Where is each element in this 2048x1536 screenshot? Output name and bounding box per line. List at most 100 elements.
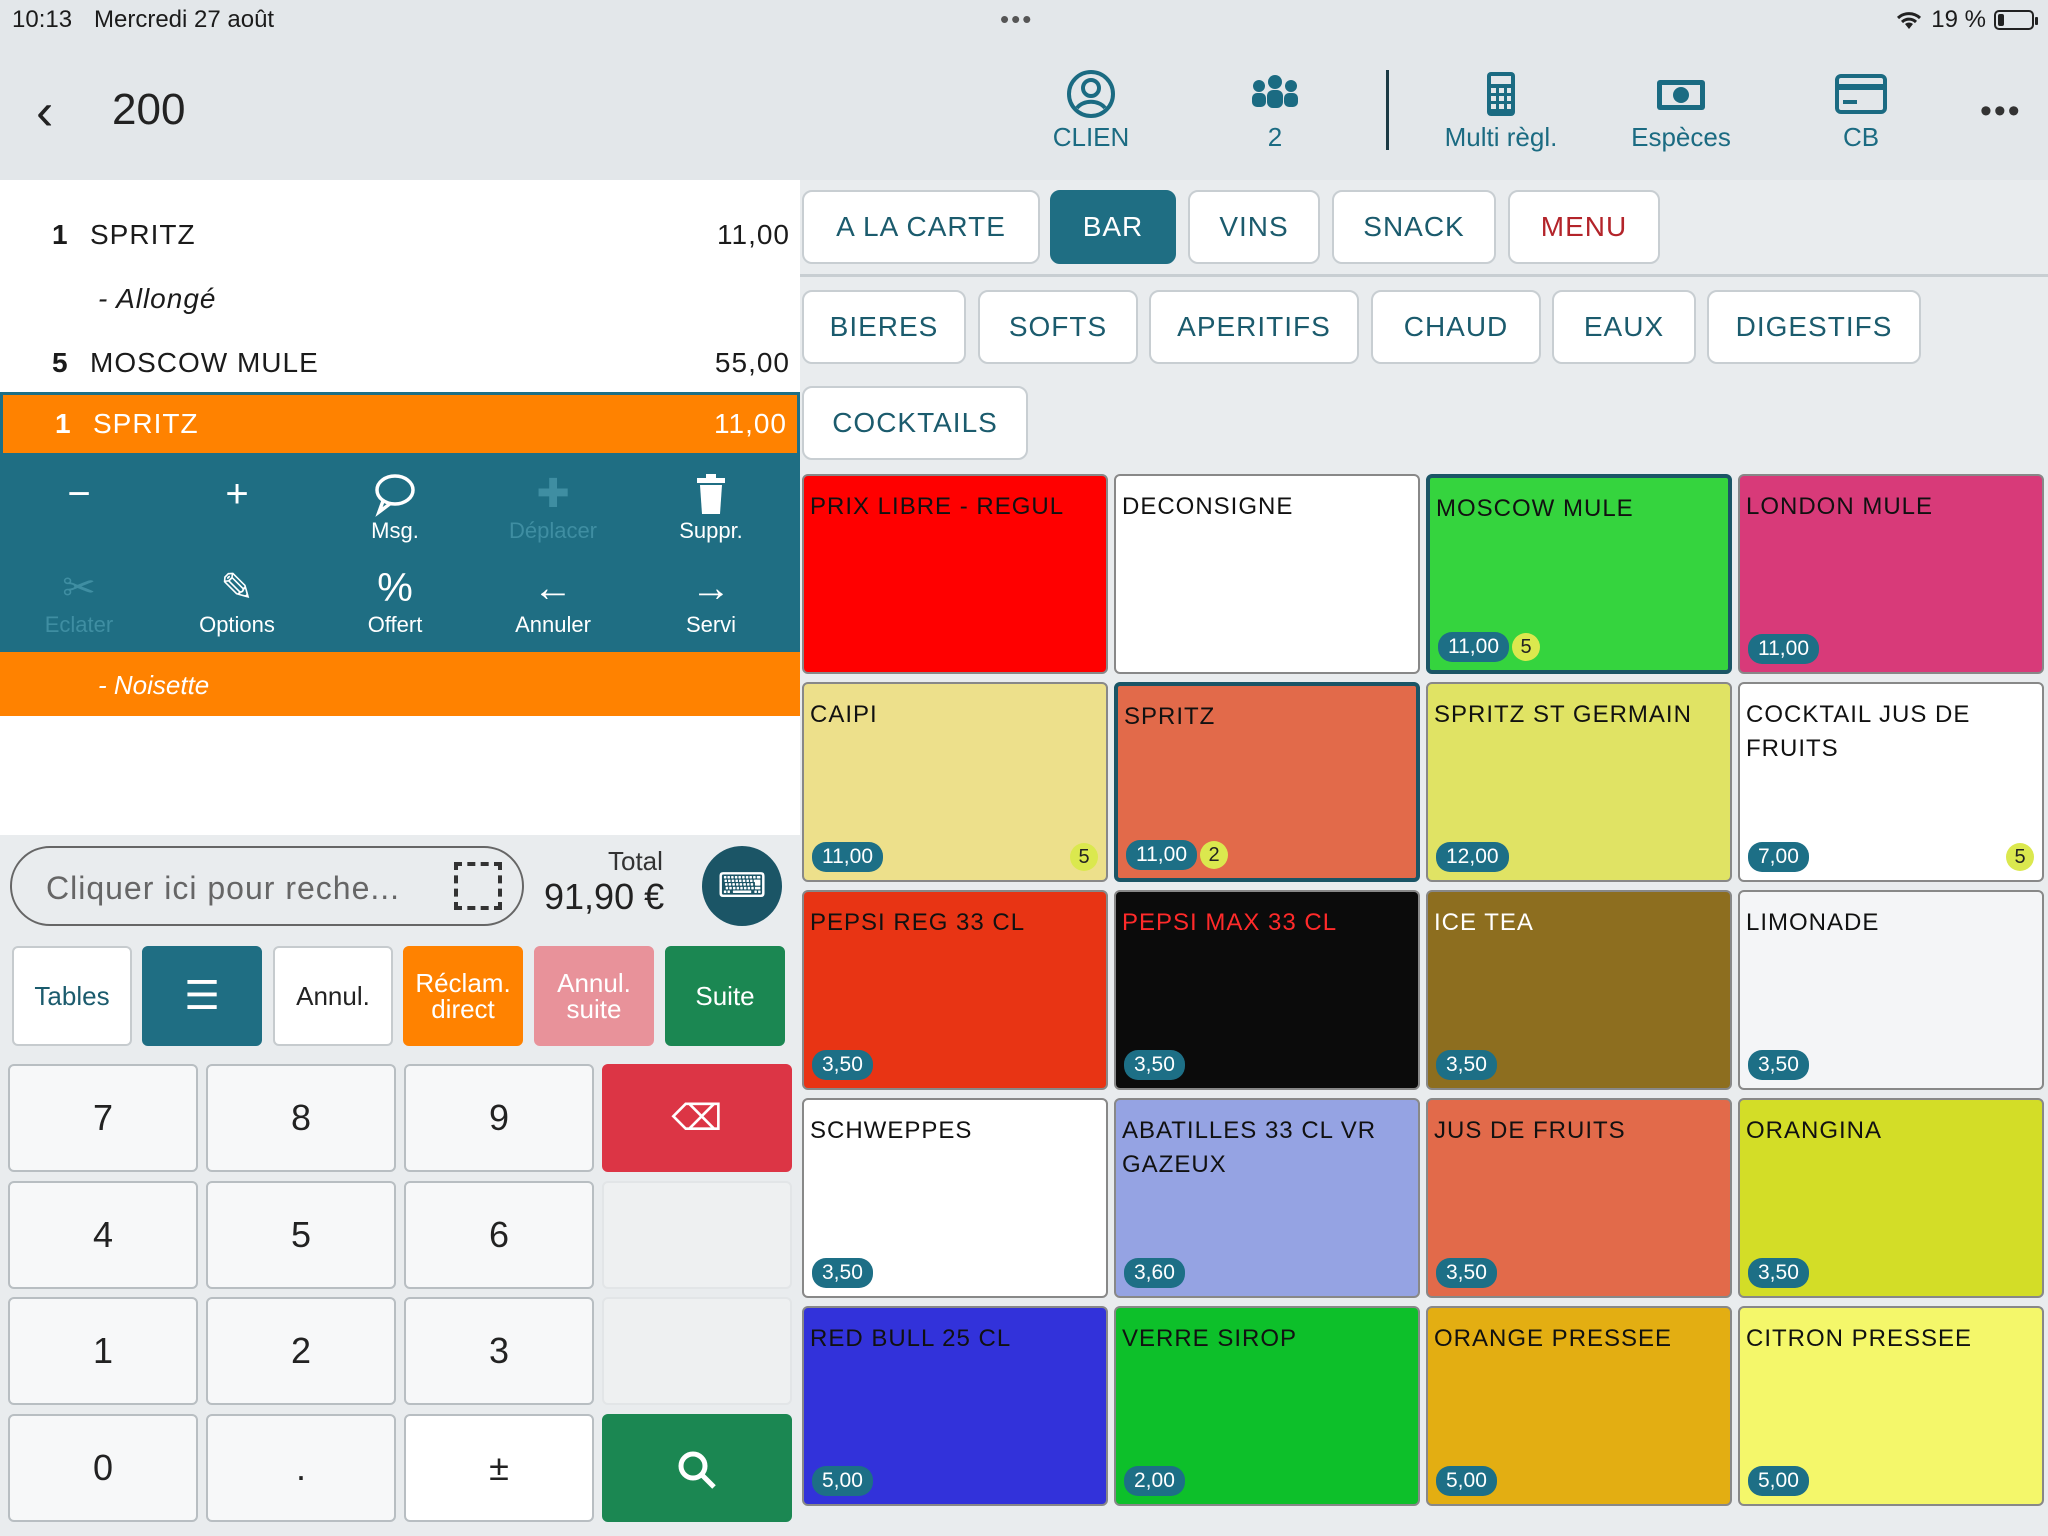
decrease-button[interactable]: − bbox=[14, 470, 144, 518]
product-tile[interactable]: LONDON MULE 11,00 bbox=[1738, 474, 2044, 674]
multi-payment-button[interactable]: Multi règl. bbox=[1426, 66, 1576, 153]
cancel-order-button[interactable]: Annul. bbox=[273, 946, 393, 1046]
product-tile[interactable]: COCKTAIL JUS DE FRUITS 7,00 5 bbox=[1738, 682, 2044, 882]
product-tile[interactable]: ABATILLES 33 CL VR GAZEUX 3,60 bbox=[1114, 1098, 1420, 1298]
multi-payment-label: Multi règl. bbox=[1444, 122, 1558, 152]
increase-button[interactable]: + bbox=[172, 470, 302, 518]
empty-key bbox=[602, 1297, 792, 1405]
line-option-name: - Allongé bbox=[98, 283, 217, 314]
key-3[interactable]: 3 bbox=[404, 1297, 594, 1405]
line-price: 11,00 bbox=[714, 408, 787, 439]
move-button[interactable]: ✚ Déplacer bbox=[488, 470, 618, 544]
subtab-softs[interactable]: SOFTS bbox=[978, 290, 1138, 364]
subtab-chaud[interactable]: CHAUD bbox=[1371, 290, 1541, 364]
direct-claim-button[interactable]: Réclam. direct bbox=[403, 946, 523, 1046]
search-key[interactable] bbox=[602, 1414, 792, 1522]
ticket-line-sub-note[interactable]: - Noisette bbox=[0, 652, 800, 716]
key-7[interactable]: 7 bbox=[8, 1064, 198, 1172]
key-6[interactable]: 6 bbox=[404, 1181, 594, 1289]
product-name: VERRE SIROP bbox=[1122, 1325, 1298, 1352]
product-tile[interactable]: PRIX LIBRE - REGUL bbox=[802, 474, 1108, 674]
product-tile[interactable]: DECONSIGNE bbox=[1114, 474, 1420, 674]
product-price: 7,00 bbox=[1748, 842, 1809, 872]
product-tile[interactable]: LIMONADE 3,50 bbox=[1738, 890, 2044, 1090]
multitask-dots-icon[interactable]: ••• bbox=[1000, 4, 1033, 35]
key-4[interactable]: 4 bbox=[8, 1181, 198, 1289]
percent-icon: % bbox=[377, 566, 413, 610]
product-tile[interactable]: MOSCOW MULE 11,00 5 bbox=[1426, 474, 1732, 674]
product-tile[interactable]: SCHWEPPES 3,50 bbox=[802, 1098, 1108, 1298]
product-tile[interactable]: ORANGE PRESSEE 5,00 bbox=[1426, 1306, 1732, 1506]
tab-vins[interactable]: VINS bbox=[1188, 190, 1320, 264]
key-decimal[interactable]: . bbox=[206, 1414, 396, 1522]
battery-icon bbox=[1994, 10, 2038, 30]
key-5[interactable]: 5 bbox=[206, 1181, 396, 1289]
ticket-line[interactable]: 5 MOSCOW MULE 55,00 bbox=[0, 331, 800, 395]
product-tile[interactable]: CAIPI 11,00 5 bbox=[802, 682, 1108, 882]
subtab-eaux[interactable]: EAUX bbox=[1552, 290, 1696, 364]
product-tile[interactable]: VERRE SIROP 2,00 bbox=[1114, 1306, 1420, 1506]
delete-line-button[interactable]: Suppr. bbox=[646, 470, 776, 544]
receipt-button[interactable]: ☰ bbox=[142, 946, 262, 1046]
product-name: MOSCOW MULE bbox=[1436, 495, 1634, 522]
product-price: 5,00 bbox=[1436, 1466, 1497, 1496]
product-tile[interactable]: RED BULL 25 CL 5,00 bbox=[802, 1306, 1108, 1506]
product-tile[interactable]: PEPSI MAX 33 CL 3,50 bbox=[1114, 890, 1420, 1090]
product-price: 3,50 bbox=[1748, 1050, 1809, 1080]
tab-a-la-carte[interactable]: A LA CARTE bbox=[802, 190, 1040, 264]
product-tile[interactable]: ORANGINA 3,50 bbox=[1738, 1098, 2044, 1298]
subtab-digestifs[interactable]: DIGESTIFS bbox=[1707, 290, 1921, 364]
product-price: 5,00 bbox=[1748, 1466, 1809, 1496]
back-chevron-icon[interactable]: ‹ bbox=[36, 82, 53, 142]
key-2[interactable]: 2 bbox=[206, 1297, 396, 1405]
covers-button[interactable]: 2 bbox=[1200, 66, 1350, 153]
subtab-aperitifs[interactable]: APERITIFS bbox=[1149, 290, 1359, 364]
minus-icon: − bbox=[67, 472, 91, 516]
tab-bar[interactable]: BAR bbox=[1050, 190, 1176, 264]
cancel-line-button[interactable]: ← Annuler bbox=[488, 564, 618, 638]
key-plus-minus[interactable]: ± bbox=[404, 1414, 594, 1522]
ticket-line-option[interactable]: - Allongé bbox=[0, 267, 800, 331]
cancel-next-button[interactable]: Annul. suite bbox=[534, 946, 654, 1046]
product-tile[interactable]: JUS DE FRUITS 3,50 bbox=[1426, 1098, 1732, 1298]
ticket-line-selected[interactable]: 1 SPRITZ 11,00 bbox=[0, 392, 800, 456]
product-name: SPRITZ bbox=[1124, 703, 1216, 730]
split-button[interactable]: ✂ Eclater bbox=[14, 564, 144, 638]
client-button[interactable]: CLIEN bbox=[1016, 66, 1166, 153]
tables-button[interactable]: Tables bbox=[12, 946, 132, 1046]
backspace-key[interactable]: ⌫ bbox=[602, 1064, 792, 1172]
search-input[interactable]: Cliquer ici pour reche... bbox=[10, 846, 524, 926]
product-tile[interactable]: SPRITZ ST GERMAIN 12,00 bbox=[1426, 682, 1732, 882]
tab-snack[interactable]: SNACK bbox=[1332, 190, 1496, 264]
keyboard-button[interactable]: ⌨ bbox=[702, 846, 782, 926]
ticket-line[interactable]: 1 SPRITZ 11,00 bbox=[0, 203, 800, 267]
tab-menu[interactable]: MENU bbox=[1508, 190, 1660, 264]
product-count-badge: 5 bbox=[1070, 843, 1098, 871]
qr-code-icon[interactable] bbox=[454, 862, 502, 910]
more-icon[interactable]: ••• bbox=[1980, 92, 2022, 131]
product-name: ICE TEA bbox=[1434, 909, 1534, 936]
key-0[interactable]: 0 bbox=[8, 1414, 198, 1522]
product-tile[interactable]: ICE TEA 3,50 bbox=[1426, 890, 1732, 1090]
message-button[interactable]: Msg. bbox=[330, 470, 460, 544]
key-1[interactable]: 1 bbox=[8, 1297, 198, 1405]
offer-button[interactable]: % Offert bbox=[330, 564, 460, 638]
subtab-cocktails[interactable]: COCKTAILS bbox=[802, 386, 1028, 460]
cash-button[interactable]: Espèces bbox=[1606, 66, 1756, 153]
product-tile[interactable]: PEPSI REG 33 CL 3,50 bbox=[802, 890, 1108, 1090]
product-price: 11,00 bbox=[812, 842, 883, 872]
key-9[interactable]: 9 bbox=[404, 1064, 594, 1172]
product-tile[interactable]: SPRITZ 11,00 2 bbox=[1114, 682, 1420, 882]
product-tile[interactable]: CITRON PRESSEE 5,00 bbox=[1738, 1306, 2044, 1506]
options-button[interactable]: ✎ Options bbox=[172, 564, 302, 638]
card-button[interactable]: CB bbox=[1786, 66, 1936, 153]
served-button[interactable]: → Servi bbox=[646, 564, 776, 638]
search-icon bbox=[678, 1451, 716, 1490]
next-button[interactable]: Suite bbox=[665, 946, 785, 1046]
line-qty: 1 bbox=[55, 408, 71, 439]
header-separator bbox=[1386, 70, 1389, 150]
key-8[interactable]: 8 bbox=[206, 1064, 396, 1172]
backspace-icon: ⌫ bbox=[671, 1097, 723, 1138]
subtab-bieres[interactable]: BIERES bbox=[802, 290, 966, 364]
product-price: 3,50 bbox=[1124, 1050, 1185, 1080]
